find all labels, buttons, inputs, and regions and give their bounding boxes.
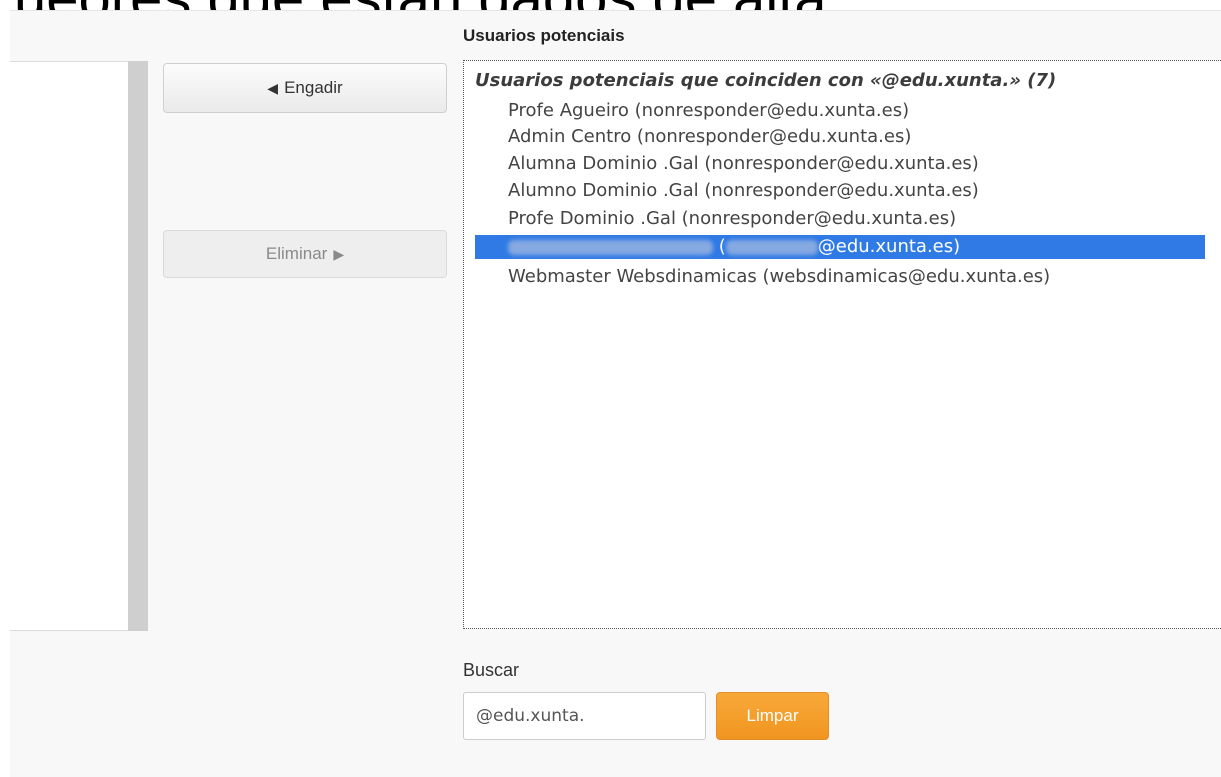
redacted-name [508, 239, 713, 255]
user-option[interactable]: Admin Centro (nonresponder@edu.xunta.es) [508, 125, 911, 149]
add-button[interactable]: ◀ Engadir [163, 63, 447, 113]
user-option-selected[interactable]: ( @edu.xunta.es) [475, 235, 1205, 259]
selected-option-email: @edu.xunta.es) [817, 236, 961, 257]
triangle-left-icon: ◀ [267, 79, 279, 96]
existing-users-scrollbar[interactable] [128, 61, 148, 631]
optgroup-label: Usuarios potenciais que coinciden con «@… [475, 70, 1057, 91]
user-option[interactable]: Alumno Dominio .Gal (nonresponder@edu.xu… [508, 179, 979, 203]
remove-button[interactable]: Eliminar ▶ [163, 230, 447, 278]
user-option[interactable]: Alumna Dominio .Gal (nonresponder@edu.xu… [508, 152, 979, 176]
redacted-username [725, 239, 818, 255]
clear-button[interactable]: Limpar [716, 692, 829, 740]
search-label: Buscar [463, 660, 520, 680]
remove-button-label: Eliminar [265, 244, 328, 263]
potential-users-label: Usuarios potenciais [463, 26, 625, 45]
potential-users-listbox[interactable]: Usuarios potenciais que coinciden con «@… [463, 60, 1221, 629]
user-option[interactable]: Profe Agueiro (nonresponder@edu.xunta.es… [508, 99, 909, 123]
triangle-right-icon: ▶ [333, 245, 345, 262]
user-option[interactable]: Profe Dominio .Gal (nonresponder@edu.xun… [508, 207, 956, 231]
add-button-label: Engadir [284, 78, 343, 97]
existing-users-listbox[interactable] [10, 61, 128, 631]
search-input[interactable] [463, 692, 706, 740]
user-option[interactable]: Webmaster Websdinamicas (websdinamicas@e… [508, 265, 1050, 289]
redacted-paren: ( [718, 236, 726, 257]
